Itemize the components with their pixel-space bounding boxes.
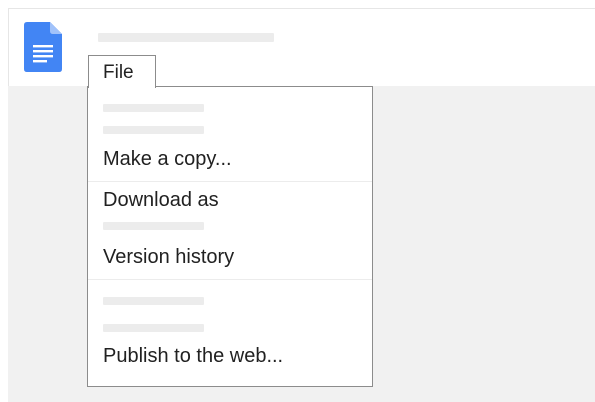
menu-item-version-history[interactable]: Version history [103,246,234,269]
menu-divider [88,181,372,182]
google-docs-icon[interactable] [24,22,62,72]
document-title-placeholder[interactable] [98,33,274,42]
file-menu-button[interactable]: File [88,55,156,88]
menu-item-placeholder[interactable] [103,126,204,134]
menu-item-placeholder[interactable] [103,104,204,112]
file-menu-label: File [103,62,134,83]
file-menu-dropdown: Make a copy... Download as Version histo… [87,86,373,387]
menu-item-placeholder[interactable] [103,222,204,230]
menu-item-download-as[interactable]: Download as [103,189,219,212]
menu-item-placeholder[interactable] [103,297,204,305]
menu-item-placeholder[interactable] [103,324,204,332]
menu-item-publish-to-web[interactable]: Publish to the web... [103,345,283,368]
menu-item-make-a-copy[interactable]: Make a copy... [103,148,232,171]
menu-divider [88,279,372,280]
